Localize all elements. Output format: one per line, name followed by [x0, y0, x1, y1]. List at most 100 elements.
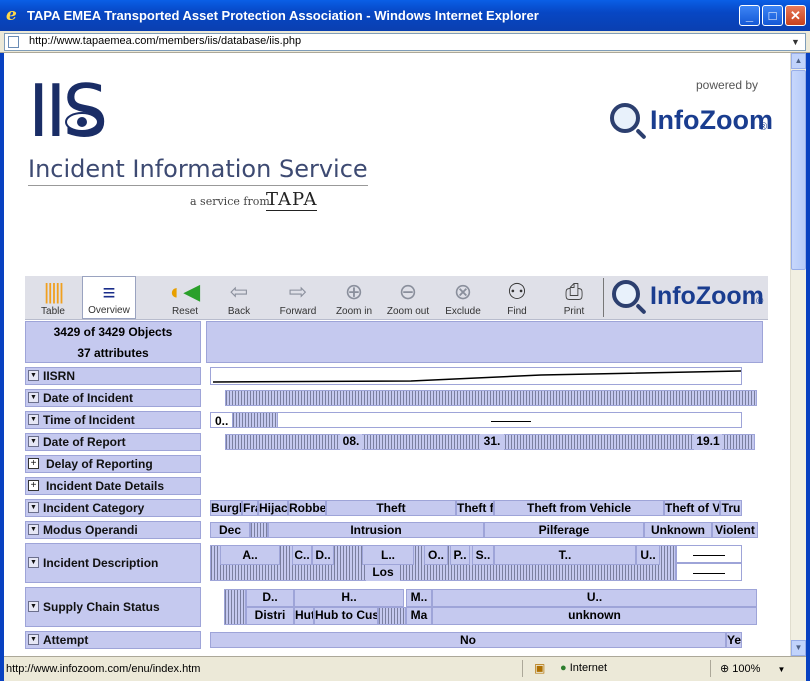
value-cell-empty[interactable]	[676, 545, 742, 563]
value-cell[interactable]: D..	[246, 589, 294, 607]
collapse-triangle-icon[interactable]: ▼	[28, 557, 39, 568]
zoom-level[interactable]: ⊕ 100% ▼	[720, 662, 785, 675]
attribute-name[interactable]: ▼ IISRN	[25, 367, 201, 385]
value-cell[interactable]: Theft of V	[664, 500, 720, 516]
attribute-name[interactable]: ▼ Attempt	[25, 631, 201, 649]
maximize-button[interactable]: □	[762, 5, 783, 26]
scrollbar-thumb[interactable]	[791, 70, 806, 270]
value-cell[interactable]: Hijac	[258, 500, 288, 516]
collapse-triangle-icon[interactable]: ▼	[28, 392, 39, 403]
small-values[interactable]	[224, 589, 246, 625]
binoculars-icon: ⚇	[507, 279, 527, 304]
value-cell[interactable]: Theft	[326, 500, 456, 516]
collapse-triangle-icon[interactable]: ▼	[28, 436, 39, 447]
value-cell[interactable]: H..	[294, 589, 404, 607]
back-arrow-icon: ⇦	[229, 279, 249, 304]
value-cell[interactable]: U..	[432, 589, 757, 607]
overview-button[interactable]: ≡ Overview	[82, 276, 136, 319]
value-cell[interactable]: Hut	[294, 607, 314, 625]
expand-plus-icon[interactable]: +	[28, 458, 39, 469]
attribute-name[interactable]: ▼ Date of Incident	[25, 389, 201, 407]
close-button[interactable]: ✕	[785, 5, 806, 26]
attribute-name[interactable]: + Incident Date Details	[25, 477, 201, 495]
collapse-triangle-icon[interactable]: ▼	[28, 524, 39, 535]
value-cell[interactable]: C..	[292, 545, 312, 565]
toolbar-infozoom-logo[interactable]: InfoZoom	[650, 282, 764, 311]
address-url[interactable]: http://www.tapaemea.com/members/iis/data…	[29, 35, 301, 47]
value-cell[interactable]: T..	[494, 545, 636, 565]
forward-button[interactable]: ⇨ Forward	[272, 276, 324, 319]
back-button[interactable]: ⇦ Back	[215, 276, 263, 319]
value-cell[interactable]: Burgl	[210, 500, 242, 516]
collapse-triangle-icon[interactable]: ▼	[28, 634, 39, 645]
value-cell[interactable]: A..	[220, 545, 280, 565]
infozoom-logo[interactable]: InfoZoom	[650, 105, 773, 136]
value-cell-empty[interactable]	[676, 563, 742, 581]
value-cell[interactable]: Pilferage	[484, 522, 644, 538]
value-cell[interactable]: unknown	[432, 607, 757, 625]
value-cell[interactable]: O..	[424, 545, 448, 565]
value-cell[interactable]: Hub to Cust	[314, 607, 378, 625]
time-of-incident-cell[interactable]: 0..	[210, 412, 742, 428]
value-cell[interactable]: Violent	[712, 522, 758, 538]
attribute-name[interactable]: ▼ Supply Chain Status	[25, 587, 201, 627]
vertical-scrollbar[interactable]: ▲ ▼	[790, 53, 806, 656]
attribute-name[interactable]: ▼ Incident Description	[25, 543, 201, 583]
collapse-triangle-icon[interactable]: ▼	[28, 370, 39, 381]
value-cell[interactable]: D..	[312, 545, 334, 565]
value-cell[interactable]: L..	[362, 545, 414, 565]
powered-by-text: powered by	[696, 78, 759, 92]
value-cell[interactable]: S..	[472, 545, 494, 565]
chevron-down-icon[interactable]: ▼	[788, 34, 803, 50]
zoom-out-button[interactable]: ⊖ Zoom out	[381, 276, 435, 319]
zoom-in-button[interactable]: ⊕ Zoom in	[330, 276, 378, 319]
value-cell[interactable]: Unknown	[644, 522, 712, 538]
exclude-button[interactable]: ⊗ Exclude	[439, 276, 487, 319]
value-cell[interactable]: Ye	[726, 632, 742, 648]
value-cell[interactable]: Ma	[406, 607, 432, 625]
print-button[interactable]: ⎙ Print	[552, 276, 596, 319]
reset-button[interactable]: ◐◀ Reset	[160, 276, 210, 319]
collapse-triangle-icon[interactable]: ▼	[28, 502, 39, 513]
attribute-name[interactable]: ▼ Time of Incident	[25, 411, 201, 429]
time-of-incident-values[interactable]	[232, 412, 278, 428]
scroll-down-arrow[interactable]: ▼	[791, 640, 806, 656]
table-button[interactable]: ||||| Table	[29, 276, 77, 319]
date-of-incident-values[interactable]	[225, 390, 757, 406]
status-bar: http://www.infozoom.com/enu/index.htm ▣ …	[4, 656, 806, 681]
attribute-name[interactable]: ▼ Incident Category	[25, 499, 201, 517]
magnifier-icon	[612, 280, 640, 308]
value-cell[interactable]: Theft fi	[456, 500, 494, 516]
attribute-name[interactable]: + Delay of Reporting	[25, 455, 201, 473]
value-cell[interactable]: Tru	[720, 500, 742, 516]
value-cell[interactable]: Los	[366, 565, 400, 581]
printer-icon: ⎙	[565, 279, 583, 304]
zoom-out-icon: ⊖	[398, 279, 418, 304]
small-values[interactable]	[378, 607, 406, 625]
value-cell[interactable]: Intrusion	[268, 522, 484, 538]
minimize-button[interactable]: _	[739, 5, 760, 26]
collapse-triangle-icon[interactable]: ▼	[28, 601, 39, 612]
scroll-up-arrow[interactable]: ▲	[791, 53, 806, 69]
value-cell[interactable]: Robber	[288, 500, 326, 516]
value-cell[interactable]: No	[210, 632, 726, 648]
value-cell[interactable]: Theft from Vehicle	[494, 500, 664, 516]
collapse-triangle-icon[interactable]: ▼	[28, 414, 39, 425]
address-field[interactable]: http://www.tapaemea.com/members/iis/data…	[4, 33, 806, 51]
value-cell[interactable]: Distri	[246, 607, 294, 625]
status-separator	[710, 660, 711, 677]
value-cell[interactable]: U..	[636, 545, 660, 565]
find-button[interactable]: ⚇ Find	[495, 276, 539, 319]
iisrn-range-cell[interactable]	[210, 367, 742, 385]
value-cell[interactable]: M..	[406, 589, 432, 607]
small-values[interactable]	[250, 522, 268, 538]
expand-plus-icon[interactable]: +	[28, 480, 39, 491]
internet-zone[interactable]: ● Internet	[560, 662, 607, 674]
attribute-row: + Delay of Reporting	[25, 455, 765, 473]
value-cell[interactable]: Dec	[210, 522, 250, 538]
attribute-name[interactable]: ▼ Modus Operandi	[25, 521, 201, 539]
service-from-text: a service from	[190, 195, 270, 208]
value-cell[interactable]: Fra	[242, 500, 258, 516]
attribute-name[interactable]: ▼ Date of Report	[25, 433, 201, 451]
value-cell[interactable]: P..	[450, 545, 470, 565]
